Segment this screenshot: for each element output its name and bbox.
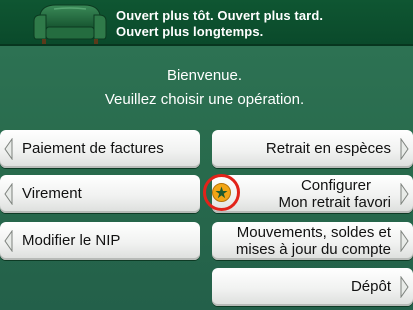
right-arrow-icon <box>398 268 411 306</box>
deposit-button[interactable]: Dépôt <box>212 268 413 306</box>
cash-withdrawal-label: Retrait en espèces <box>265 140 391 157</box>
left-arrow-icon <box>2 222 15 260</box>
account-activity-line1: Mouvements, soldes et <box>236 224 391 241</box>
transfer-label: Virement <box>22 185 82 202</box>
welcome-instruction: Veuillez choisir une opération. <box>104 91 305 108</box>
welcome-title: Bienvenue. <box>166 67 243 84</box>
left-arrow-icon <box>2 175 15 213</box>
account-activity-label: Mouvements, soldes et mises à jour du co… <box>236 224 391 258</box>
configure-label: Configurer Mon retrait favori <box>278 177 391 211</box>
configure-label-line1: Configurer <box>300 177 371 194</box>
bill-payment-label: Paiement de factures <box>22 140 164 157</box>
deposit-label: Dépôt <box>350 278 391 295</box>
highlight-circle <box>203 174 240 211</box>
atm-screen: Ouvert plus tôt. Ouvert plus tard. Ouver… <box>0 0 413 310</box>
right-arrow-icon <box>398 130 411 168</box>
bill-payment-button[interactable]: Paiement de factures <box>0 130 200 168</box>
armchair-icon <box>33 4 107 44</box>
cash-withdrawal-button[interactable]: Retrait en espèces <box>212 130 413 168</box>
banner-slogan-line2: Ouvert plus longtemps. <box>116 24 264 39</box>
right-arrow-icon <box>398 222 411 260</box>
account-activity-line2: mises à jour du compte <box>235 241 391 258</box>
account-activity-button[interactable]: Mouvements, soldes et mises à jour du co… <box>212 222 413 260</box>
transfer-button[interactable]: Virement <box>0 175 200 213</box>
change-pin-button[interactable]: Modifier le NIP <box>0 222 200 260</box>
change-pin-label: Modifier le NIP <box>22 232 121 249</box>
left-arrow-icon <box>2 130 15 168</box>
configure-label-line2: Mon retrait favori <box>278 194 391 211</box>
configure-favorite-withdrawal-button[interactable]: Configurer Mon retrait favori <box>212 175 413 213</box>
banner-slogan-line1: Ouvert plus tôt. Ouvert plus tard. <box>116 8 324 23</box>
promo-banner: Ouvert plus tôt. Ouvert plus tard. Ouver… <box>0 0 413 46</box>
right-arrow-icon <box>398 175 411 213</box>
